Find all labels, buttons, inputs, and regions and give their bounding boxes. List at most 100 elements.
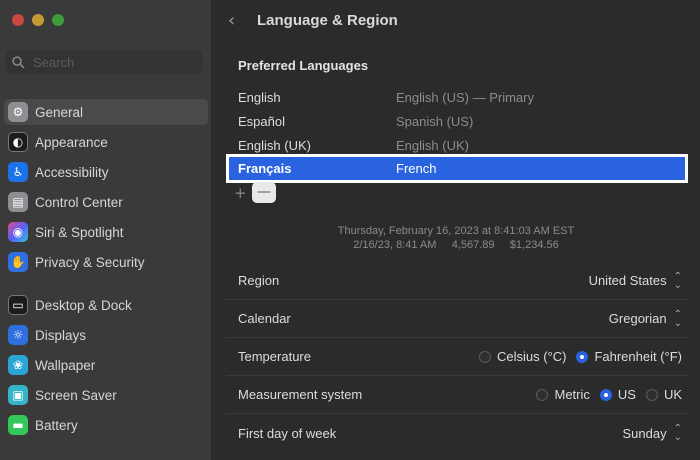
radio-button[interactable] <box>536 388 549 401</box>
settings-window: ⚙ General ◐ Appearance ♿ Accessibility ▤… <box>0 0 700 460</box>
radio-button[interactable] <box>645 388 658 401</box>
language-name: Français <box>238 161 292 176</box>
sidebar-item-appearance[interactable]: ◐ Appearance <box>4 129 208 155</box>
format-sample-numbers: 2/16/23, 8:41 AM 4,567.89 $1,234.56 <box>353 239 559 251</box>
radio-button-selected[interactable] <box>599 388 612 401</box>
search-input[interactable] <box>33 54 193 70</box>
radio-fahrenheit[interactable]: Fahrenheit (°F) <box>576 349 682 364</box>
page-title: Language & Region <box>257 12 398 29</box>
sidebar-item-label: Accessibility <box>35 164 109 180</box>
calendar-popup[interactable]: Gregorian ⌃ ⌄ <box>608 309 682 329</box>
gear-icon: ⚙ <box>8 102 28 122</box>
chevron-updown-icon: ⌃ ⌄ <box>673 309 682 329</box>
sidebar-item-general[interactable]: ⚙ General <box>4 99 208 125</box>
region-value: United States <box>588 273 667 288</box>
sidebar-item-label: Appearance <box>35 134 108 150</box>
sidebar-item-label: Desktop & Dock <box>35 297 132 313</box>
region-settings-list: Region United States ⌃ ⌄ Calendar Gregori… <box>226 262 688 452</box>
main-pane: ‹ Language & Region Preferred Languages … <box>212 0 700 460</box>
first-day-label: First day of week <box>238 425 337 441</box>
language-detail: French <box>396 161 437 176</box>
radio-label: US <box>617 387 636 402</box>
temperature-row: Temperature Celsius (°C) Fahrenheit (°F) <box>226 338 688 376</box>
sidebar-item-displays[interactable]: ☼ Displays <box>4 322 208 348</box>
sidebar-item-desktop-dock[interactable]: ▭ Desktop & Dock <box>4 292 208 318</box>
sidebar-item-screen-saver[interactable]: ▣ Screen Saver <box>4 382 208 408</box>
sidebar-item-control-center[interactable]: ▤ Control Center <box>4 189 208 215</box>
screen-saver-icon: ▣ <box>8 385 28 405</box>
language-name: English <box>238 89 281 105</box>
zoom-window-button[interactable] <box>52 14 64 26</box>
region-popup[interactable]: United States ⌃ ⌄ <box>588 271 682 291</box>
measurement-row: Measurement system Metric US UK <box>226 376 688 414</box>
sidebar-item-label: Battery <box>35 417 78 433</box>
radio-label: Metric <box>554 387 590 402</box>
measurement-label: Measurement system <box>238 387 363 402</box>
add-language-button[interactable]: + <box>234 184 247 202</box>
sidebar-item-siri-spotlight[interactable]: ◉ Siri & Spotlight <box>4 219 208 245</box>
calendar-value: Gregorian <box>608 311 667 326</box>
language-row-espanol[interactable]: Español Spanish (US) <box>226 108 688 134</box>
calendar-row: Calendar Gregorian ⌃ ⌄ <box>226 300 688 338</box>
calendar-label: Calendar <box>238 311 291 326</box>
sidebar-item-label: General <box>35 104 84 120</box>
hand-icon: ✋ <box>8 252 28 272</box>
region-row: Region United States ⌃ ⌄ <box>226 262 688 300</box>
sidebar-item-battery[interactable]: ▬ Battery <box>4 412 208 438</box>
radio-uk[interactable]: UK <box>645 387 682 402</box>
control-center-icon: ▤ <box>8 192 28 212</box>
first-day-value: Sunday <box>622 425 667 441</box>
chevron-down-glyph: ⌄ <box>673 317 682 329</box>
temperature-label: Temperature <box>238 349 311 364</box>
measurement-radio-group: Metric US UK <box>536 387 682 402</box>
radio-label: UK <box>663 387 682 402</box>
dock-icon: ▭ <box>8 295 28 315</box>
sidebar-search[interactable] <box>6 50 202 74</box>
back-button[interactable]: ‹ <box>228 10 242 31</box>
remove-language-button[interactable]: — <box>252 182 276 203</box>
search-icon <box>12 55 25 69</box>
language-detail: Spanish (US) <box>396 113 474 129</box>
radio-celsius[interactable]: Celsius (°C) <box>478 349 567 364</box>
chevron-updown-icon: ⌃ ⌄ <box>673 271 682 291</box>
language-row-francais[interactable]: Français French <box>226 154 688 183</box>
sidebar-item-label: Privacy & Security <box>35 254 145 270</box>
region-label: Region <box>238 273 280 288</box>
wallpaper-icon: ❀ <box>8 355 28 375</box>
radio-button-selected[interactable] <box>576 350 589 363</box>
sidebar-item-accessibility[interactable]: ♿ Accessibility <box>4 159 208 185</box>
chevron-down-glyph: ⌄ <box>673 432 682 443</box>
chevron-down-glyph: ⌄ <box>673 279 682 291</box>
minimize-window-button[interactable] <box>32 14 44 26</box>
temperature-radio-group: Celsius (°C) Fahrenheit (°F) <box>478 349 682 364</box>
sidebar-item-privacy-security[interactable]: ✋ Privacy & Security <box>4 249 208 275</box>
sidebar: ⚙ General ◐ Appearance ♿ Accessibility ▤… <box>0 0 212 460</box>
sidebar-item-label: Screen Saver <box>35 387 117 403</box>
close-window-button[interactable] <box>12 14 24 26</box>
battery-icon: ▬ <box>8 415 28 435</box>
radio-us[interactable]: US <box>599 387 636 402</box>
sidebar-item-label: Siri & Spotlight <box>35 224 124 240</box>
sidebar-item-label: Wallpaper <box>35 357 96 373</box>
siri-icon: ◉ <box>8 222 28 242</box>
radio-label: Celsius (°C) <box>496 349 567 364</box>
preferred-languages-heading: Preferred Languages <box>238 58 369 73</box>
chevron-updown-icon: ⌃ ⌄ <box>673 424 682 443</box>
radio-label: Fahrenheit (°F) <box>594 349 682 364</box>
first-day-row: First day of week Sunday ⌃ ⌄ <box>226 414 688 452</box>
sidebar-item-wallpaper[interactable]: ❀ Wallpaper <box>4 352 208 378</box>
language-detail: English (US) — Primary <box>396 89 534 105</box>
appearance-icon: ◐ <box>8 132 28 152</box>
language-detail: English (UK) <box>396 137 469 153</box>
radio-metric[interactable]: Metric <box>536 387 590 402</box>
accessibility-icon: ♿ <box>8 162 28 182</box>
language-name: Español <box>238 113 285 129</box>
format-sample-date: Thursday, February 16, 2023 at 8:41:03 A… <box>337 225 575 237</box>
sidebar-item-label: Displays <box>35 327 87 343</box>
first-day-popup[interactable]: Sunday ⌃ ⌄ <box>622 424 682 443</box>
language-name: English (UK) <box>238 137 311 153</box>
window-controls <box>12 14 64 26</box>
language-row-english[interactable]: English English (US) — Primary <box>226 84 688 110</box>
displays-icon: ☼ <box>8 325 28 345</box>
radio-button[interactable] <box>478 350 491 363</box>
